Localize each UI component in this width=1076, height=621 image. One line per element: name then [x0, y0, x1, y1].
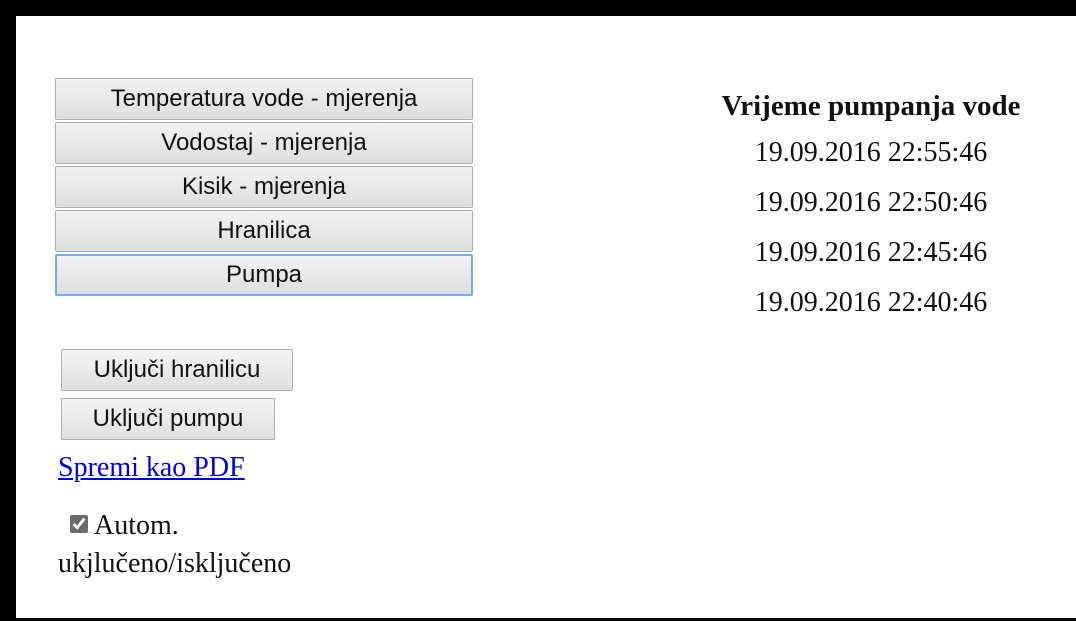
turn-on-pump-button[interactable]: Uključi pumpu — [61, 398, 275, 440]
pump-time-row: 19.09.2016 22:40:46 — [754, 287, 988, 318]
pump-time-row: 19.09.2016 22:45:46 — [754, 237, 988, 268]
auto-checkbox[interactable] — [70, 515, 88, 533]
nav-item-oxygen[interactable]: Kisik - mjerenja — [55, 166, 473, 208]
nav-item-water-level[interactable]: Vodostaj - mjerenja — [55, 122, 473, 164]
auto-toggle: Autom. ukjlučeno/isključeno — [58, 507, 388, 583]
page-frame: Temperatura vode - mjerenja Vodostaj - m… — [0, 0, 1076, 621]
nav-item-pump[interactable]: Pumpa — [55, 254, 473, 296]
nav-item-feeder[interactable]: Hranilica — [55, 210, 473, 252]
pump-time-row: 19.09.2016 22:55:46 — [754, 137, 988, 168]
pump-time-row: 19.09.2016 22:50:46 — [754, 187, 988, 218]
nav-menu: Temperatura vode - mjerenja Vodostaj - m… — [55, 78, 473, 298]
save-as-pdf-link[interactable]: Spremi kao PDF — [58, 452, 245, 484]
turn-on-feeder-button[interactable]: Uključi hranilicu — [61, 349, 293, 391]
pump-times-title: Vrijeme pumpanja vode — [721, 90, 1021, 122]
pump-times-panel: Vrijeme pumpanja vode 19.09.2016 22:55:4… — [671, 84, 1071, 328]
nav-item-water-temperature[interactable]: Temperatura vode - mjerenja — [55, 78, 473, 120]
auto-label: Autom. ukjlučeno/isključeno — [58, 510, 292, 579]
